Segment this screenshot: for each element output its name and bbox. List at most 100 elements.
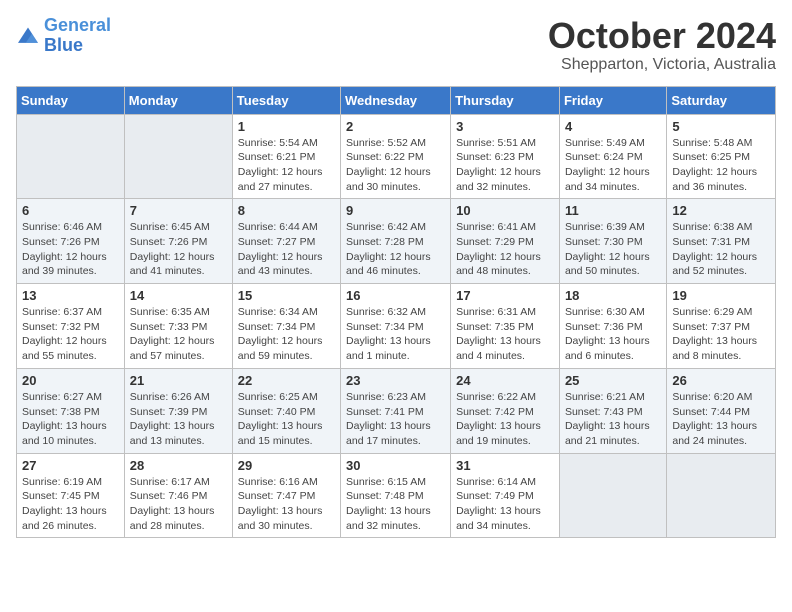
day-number: 6	[22, 203, 119, 218]
calendar-cell: 14 Sunrise: 6:35 AM Sunset: 7:33 PM Dayli…	[124, 284, 232, 369]
calendar-cell	[559, 453, 666, 538]
calendar-cell: 31 Sunrise: 6:14 AM Sunset: 7:49 PM Dayli…	[451, 453, 560, 538]
day-number: 12	[672, 203, 770, 218]
day-number: 31	[456, 458, 554, 473]
calendar-cell: 7 Sunrise: 6:45 AM Sunset: 7:26 PM Daylig…	[124, 199, 232, 284]
day-info: Sunrise: 5:54 AM Sunset: 6:21 PM Dayligh…	[238, 136, 335, 195]
calendar-cell: 13Sunrise: 6:37 AM Sunset: 7:32 PM Dayli…	[17, 284, 125, 369]
day-number: 3	[456, 119, 554, 134]
day-number: 9	[346, 203, 445, 218]
day-info: Sunrise: 6:21 AM Sunset: 7:43 PM Dayligh…	[565, 390, 661, 449]
calendar-cell: 16 Sunrise: 6:32 AM Sunset: 7:34 PM Dayli…	[341, 284, 451, 369]
month-title: October 2024	[548, 16, 776, 56]
calendar-cell: 23 Sunrise: 6:23 AM Sunset: 7:41 PM Dayli…	[341, 368, 451, 453]
day-number: 4	[565, 119, 661, 134]
day-info: Sunrise: 6:32 AM Sunset: 7:34 PM Dayligh…	[346, 305, 445, 364]
day-number: 21	[130, 373, 227, 388]
calendar-week-row: 27 Sunrise: 6:19 AM Sunset: 7:45 PM Dayli…	[17, 453, 776, 538]
day-number: 8	[238, 203, 335, 218]
day-info: Sunrise: 6:14 AM Sunset: 7:49 PM Dayligh…	[456, 475, 554, 534]
day-number: 18	[565, 288, 661, 303]
weekday-header-wednesday: Wednesday	[341, 86, 451, 114]
day-number: 28	[130, 458, 227, 473]
day-info: Sunrise: 6:17 AM Sunset: 7:46 PM Dayligh…	[130, 475, 227, 534]
calendar-cell: 2Sunrise: 5:52 AM Sunset: 6:22 PM Daylig…	[341, 114, 451, 199]
day-info: Sunrise: 5:49 AM Sunset: 6:24 PM Dayligh…	[565, 136, 661, 195]
day-number: 5	[672, 119, 770, 134]
day-info: Sunrise: 6:19 AM Sunset: 7:45 PM Dayligh…	[22, 475, 119, 534]
day-number: 24	[456, 373, 554, 388]
day-info: Sunrise: 6:42 AM Sunset: 7:28 PM Dayligh…	[346, 220, 445, 279]
calendar-table: SundayMondayTuesdayWednesdayThursdayFrid…	[16, 86, 776, 539]
calendar-cell: 18Sunrise: 6:30 AM Sunset: 7:36 PM Dayli…	[559, 284, 666, 369]
calendar-cell: 10Sunrise: 6:41 AM Sunset: 7:29 PM Dayli…	[451, 199, 560, 284]
calendar-cell: 25 Sunrise: 6:21 AM Sunset: 7:43 PM Dayli…	[559, 368, 666, 453]
location-title: Shepparton, Victoria, Australia	[548, 56, 776, 74]
calendar-cell: 26 Sunrise: 6:20 AM Sunset: 7:44 PM Dayli…	[667, 368, 776, 453]
calendar-cell: 19 Sunrise: 6:29 AM Sunset: 7:37 PM Dayli…	[667, 284, 776, 369]
day-info: Sunrise: 6:25 AM Sunset: 7:40 PM Dayligh…	[238, 390, 335, 449]
day-number: 25	[565, 373, 661, 388]
day-info: Sunrise: 6:29 AM Sunset: 7:37 PM Dayligh…	[672, 305, 770, 364]
calendar-cell: 17Sunrise: 6:31 AM Sunset: 7:35 PM Dayli…	[451, 284, 560, 369]
day-number: 10	[456, 203, 554, 218]
day-number: 30	[346, 458, 445, 473]
calendar-body: 1Sunrise: 5:54 AM Sunset: 6:21 PM Daylig…	[17, 114, 776, 538]
day-number: 26	[672, 373, 770, 388]
day-info: Sunrise: 5:48 AM Sunset: 6:25 PM Dayligh…	[672, 136, 770, 195]
day-number: 11	[565, 203, 661, 218]
day-info: Sunrise: 6:20 AM Sunset: 7:44 PM Dayligh…	[672, 390, 770, 449]
day-number: 19	[672, 288, 770, 303]
calendar-cell: 6 Sunrise: 6:46 AM Sunset: 7:26 PM Daylig…	[17, 199, 125, 284]
day-info: Sunrise: 6:45 AM Sunset: 7:26 PM Dayligh…	[130, 220, 227, 279]
calendar-cell: 24 Sunrise: 6:22 AM Sunset: 7:42 PM Dayli…	[451, 368, 560, 453]
day-number: 27	[22, 458, 119, 473]
day-info: Sunrise: 6:22 AM Sunset: 7:42 PM Dayligh…	[456, 390, 554, 449]
day-info: Sunrise: 6:34 AM Sunset: 7:34 PM Dayligh…	[238, 305, 335, 364]
day-number: 17	[456, 288, 554, 303]
calendar-cell: 11 Sunrise: 6:39 AM Sunset: 7:30 PM Dayli…	[559, 199, 666, 284]
day-number: 13	[22, 288, 119, 303]
calendar-cell: 8 Sunrise: 6:44 AM Sunset: 7:27 PM Daylig…	[232, 199, 340, 284]
weekday-header-friday: Friday	[559, 86, 666, 114]
calendar-cell	[667, 453, 776, 538]
day-info: Sunrise: 5:52 AM Sunset: 6:22 PM Dayligh…	[346, 136, 445, 195]
day-number: 14	[130, 288, 227, 303]
weekday-header-saturday: Saturday	[667, 86, 776, 114]
calendar-cell: 22Sunrise: 6:25 AM Sunset: 7:40 PM Dayli…	[232, 368, 340, 453]
calendar-cell: 3Sunrise: 5:51 AM Sunset: 6:23 PM Daylig…	[451, 114, 560, 199]
weekday-header-tuesday: Tuesday	[232, 86, 340, 114]
logo-text: General Blue	[44, 16, 111, 56]
day-info: Sunrise: 6:38 AM Sunset: 7:31 PM Dayligh…	[672, 220, 770, 279]
calendar-cell: 21 Sunrise: 6:26 AM Sunset: 7:39 PM Dayli…	[124, 368, 232, 453]
day-info: Sunrise: 6:39 AM Sunset: 7:30 PM Dayligh…	[565, 220, 661, 279]
day-info: Sunrise: 6:16 AM Sunset: 7:47 PM Dayligh…	[238, 475, 335, 534]
day-number: 7	[130, 203, 227, 218]
calendar-week-row: 1Sunrise: 5:54 AM Sunset: 6:21 PM Daylig…	[17, 114, 776, 199]
calendar-cell: 28 Sunrise: 6:17 AM Sunset: 7:46 PM Dayli…	[124, 453, 232, 538]
day-number: 23	[346, 373, 445, 388]
day-number: 16	[346, 288, 445, 303]
calendar-cell: 29 Sunrise: 6:16 AM Sunset: 7:47 PM Dayli…	[232, 453, 340, 538]
day-info: Sunrise: 6:15 AM Sunset: 7:48 PM Dayligh…	[346, 475, 445, 534]
day-number: 29	[238, 458, 335, 473]
weekday-header-monday: Monday	[124, 86, 232, 114]
calendar-cell: 30 Sunrise: 6:15 AM Sunset: 7:48 PM Dayli…	[341, 453, 451, 538]
day-info: Sunrise: 6:35 AM Sunset: 7:33 PM Dayligh…	[130, 305, 227, 364]
day-info: Sunrise: 6:23 AM Sunset: 7:41 PM Dayligh…	[346, 390, 445, 449]
weekday-header-thursday: Thursday	[451, 86, 560, 114]
calendar-cell	[17, 114, 125, 199]
calendar-cell: 12 Sunrise: 6:38 AM Sunset: 7:31 PM Dayli…	[667, 199, 776, 284]
logo-icon	[16, 26, 40, 46]
calendar-cell	[124, 114, 232, 199]
calendar-cell: 4 Sunrise: 5:49 AM Sunset: 6:24 PM Daylig…	[559, 114, 666, 199]
calendar-cell: 5 Sunrise: 5:48 AM Sunset: 6:25 PM Daylig…	[667, 114, 776, 199]
day-info: Sunrise: 6:44 AM Sunset: 7:27 PM Dayligh…	[238, 220, 335, 279]
day-info: Sunrise: 6:46 AM Sunset: 7:26 PM Dayligh…	[22, 220, 119, 279]
logo: General Blue	[16, 16, 111, 56]
calendar-header-row: SundayMondayTuesdayWednesdayThursdayFrid…	[17, 86, 776, 114]
weekday-header-sunday: Sunday	[17, 86, 125, 114]
day-info: Sunrise: 6:26 AM Sunset: 7:39 PM Dayligh…	[130, 390, 227, 449]
day-info: Sunrise: 6:27 AM Sunset: 7:38 PM Dayligh…	[22, 390, 119, 449]
day-number: 20	[22, 373, 119, 388]
